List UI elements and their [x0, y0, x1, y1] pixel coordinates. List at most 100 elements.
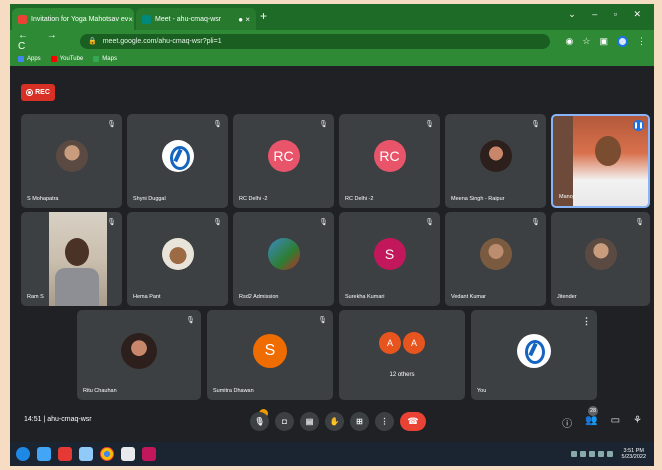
- participant-tile[interactable]: 🎙 Ram S: [21, 212, 122, 306]
- mic-off-icon: 🎙: [318, 317, 327, 324]
- profile-avatar[interactable]: [617, 35, 628, 47]
- participant-name: S Mohapatra: [27, 196, 59, 202]
- participant-tile[interactable]: 🎙 Jitender: [551, 212, 650, 306]
- lock-icon: 🔒: [88, 38, 97, 45]
- gmail-icon: [18, 14, 27, 24]
- ie-icon[interactable]: [37, 447, 51, 461]
- info-icon[interactable]: ⓘ: [562, 415, 572, 430]
- nav-buttons[interactable]: ← → C: [18, 30, 74, 52]
- participant-tile[interactable]: 🎙 Rsd2 Admission: [233, 212, 334, 306]
- pdf-icon[interactable]: [58, 447, 72, 461]
- mic-off-icon: 🎙: [213, 121, 222, 128]
- star-icon[interactable]: ☆: [582, 36, 590, 47]
- participant-tile[interactable]: 🎙 Shyni Duggal: [127, 114, 228, 208]
- avatar: [267, 238, 300, 271]
- participant-name: Jitender: [557, 294, 577, 300]
- participant-tile[interactable]: 🎙 RC RC Delhi -2: [233, 114, 334, 208]
- volume-icon[interactable]: [606, 451, 613, 457]
- participant-name: Surekha Kumari: [345, 294, 385, 300]
- bookmark-maps[interactable]: Maps: [93, 56, 117, 62]
- participant-tile[interactable]: 🎙 S Surekha Kumari: [339, 212, 440, 306]
- tray-icon[interactable]: [570, 451, 577, 457]
- bookmark-apps[interactable]: Apps: [18, 56, 41, 62]
- speaking-icon: ❚❚: [633, 120, 644, 131]
- recording-badge: REC: [21, 84, 55, 101]
- tab-meet[interactable]: Meet - ahu-cmaq-wsr ● ×: [136, 8, 256, 30]
- network-icon[interactable]: [597, 451, 604, 457]
- avatar: [161, 238, 194, 271]
- youtube-icon: [50, 56, 57, 62]
- tray-icon[interactable]: [588, 451, 595, 457]
- mic-off-icon: 🎙: [531, 219, 540, 226]
- camera-button[interactable]: ◘: [275, 412, 294, 431]
- participant-name: Rsd2 Admission: [239, 294, 279, 300]
- participant-name: Ritu Chauhan: [83, 388, 117, 394]
- new-tab-button[interactable]: +: [260, 9, 267, 23]
- avatar: [55, 140, 88, 173]
- participant-tile[interactable]: 🎙 Vedant Kumar: [445, 212, 546, 306]
- chrome-icon[interactable]: [100, 447, 114, 461]
- clock-date: 5/23/2022: [621, 454, 646, 460]
- menu-icon[interactable]: ⋮: [637, 36, 646, 47]
- participant-tile-active[interactable]: ❚❚ Manoj: [551, 114, 650, 208]
- mic-off-icon: 🎙: [319, 121, 328, 128]
- app-icon[interactable]: [142, 447, 156, 461]
- participant-tile[interactable]: 🎙 Meena Singh - Raipur: [445, 114, 546, 208]
- meeting-code: ahu-cmaq-wsr: [47, 416, 92, 423]
- participant-name: You: [477, 388, 487, 394]
- explorer-icon[interactable]: [79, 447, 93, 461]
- bookmarks-bar: Apps YouTube Maps: [10, 52, 654, 66]
- avatar-initials: S: [253, 333, 287, 368]
- tray-icon[interactable]: [579, 451, 586, 457]
- clock[interactable]: 3:51 PM 5/23/2022: [622, 448, 646, 460]
- video-feed: [49, 212, 107, 306]
- avatar-logo: [517, 333, 551, 368]
- participant-name: Meena Singh - Raipur: [451, 196, 505, 202]
- window-controls[interactable]: ⌄ – ▫ ✕: [568, 9, 648, 20]
- mic-off-icon: 🎙: [425, 219, 434, 226]
- mic-off-icon: 🎙: [635, 219, 644, 226]
- tab-invitation[interactable]: Invitation for Yoga Mahotsav ev ×: [12, 8, 134, 30]
- rec-label: REC: [35, 89, 50, 96]
- participant-tile[interactable]: 🎙 RC RC Delhi -2: [339, 114, 440, 208]
- mic-off-icon: 🎙: [186, 317, 195, 324]
- avatar-logo: [161, 140, 194, 173]
- captions-button[interactable]: ▤: [300, 412, 319, 431]
- meeting-details: 14:51 | ahu-cmaq-wsr: [24, 416, 92, 423]
- bookmark-label: Apps: [27, 56, 41, 62]
- more-button[interactable]: ⋮: [375, 412, 394, 431]
- end-call-button[interactable]: ☎: [400, 412, 426, 431]
- people-icon[interactable]: 👥: [585, 415, 597, 430]
- avatar-initials: A: [379, 332, 401, 354]
- participant-name: Hema Pant: [133, 294, 161, 300]
- participant-name: RC Delhi -2: [345, 196, 374, 202]
- more-options-icon[interactable]: ⋮: [582, 316, 591, 327]
- chrome-icon[interactable]: [121, 447, 135, 461]
- mic-button[interactable]: 🎙: [250, 412, 269, 431]
- participant-tile[interactable]: 🎙 S Sumitra Dhawan: [207, 310, 333, 400]
- close-tab-icon[interactable]: ● ×: [238, 15, 250, 24]
- participant-name: Manoj: [559, 194, 574, 200]
- chat-icon[interactable]: ▭: [611, 415, 620, 430]
- participant-tile[interactable]: 🎙 Hema Pant: [127, 212, 228, 306]
- participant-name: Shyni Duggal: [133, 196, 166, 202]
- present-button[interactable]: ⊞: [350, 412, 369, 431]
- self-tile[interactable]: ⋮ You: [471, 310, 597, 400]
- extension-icon[interactable]: ▣: [599, 36, 608, 47]
- avatar-initials: RC: [267, 140, 300, 173]
- avatar-initials: RC: [373, 140, 406, 173]
- bookmark-youtube[interactable]: YouTube: [50, 56, 84, 62]
- activities-icon[interactable]: ⚘: [633, 415, 642, 430]
- mic-off-icon: 🎙: [107, 219, 116, 226]
- url-field[interactable]: 🔒 meet.google.com/ahu-cmaq-wsr?pli=1: [80, 33, 550, 49]
- raise-hand-button[interactable]: ✋: [325, 412, 344, 431]
- close-tab-icon[interactable]: ×: [128, 15, 133, 24]
- bookmark-label: Maps: [102, 56, 117, 62]
- others-tile[interactable]: A A 12 others: [339, 310, 465, 400]
- bookmark-label: YouTube: [59, 56, 84, 62]
- camera-icon[interactable]: ◉: [566, 36, 574, 47]
- start-icon[interactable]: [16, 447, 30, 461]
- participant-tile[interactable]: 🎙 Ritu Chauhan: [77, 310, 201, 400]
- participant-tile[interactable]: 🎙 S Mohapatra: [21, 114, 122, 208]
- avatar: [479, 238, 512, 271]
